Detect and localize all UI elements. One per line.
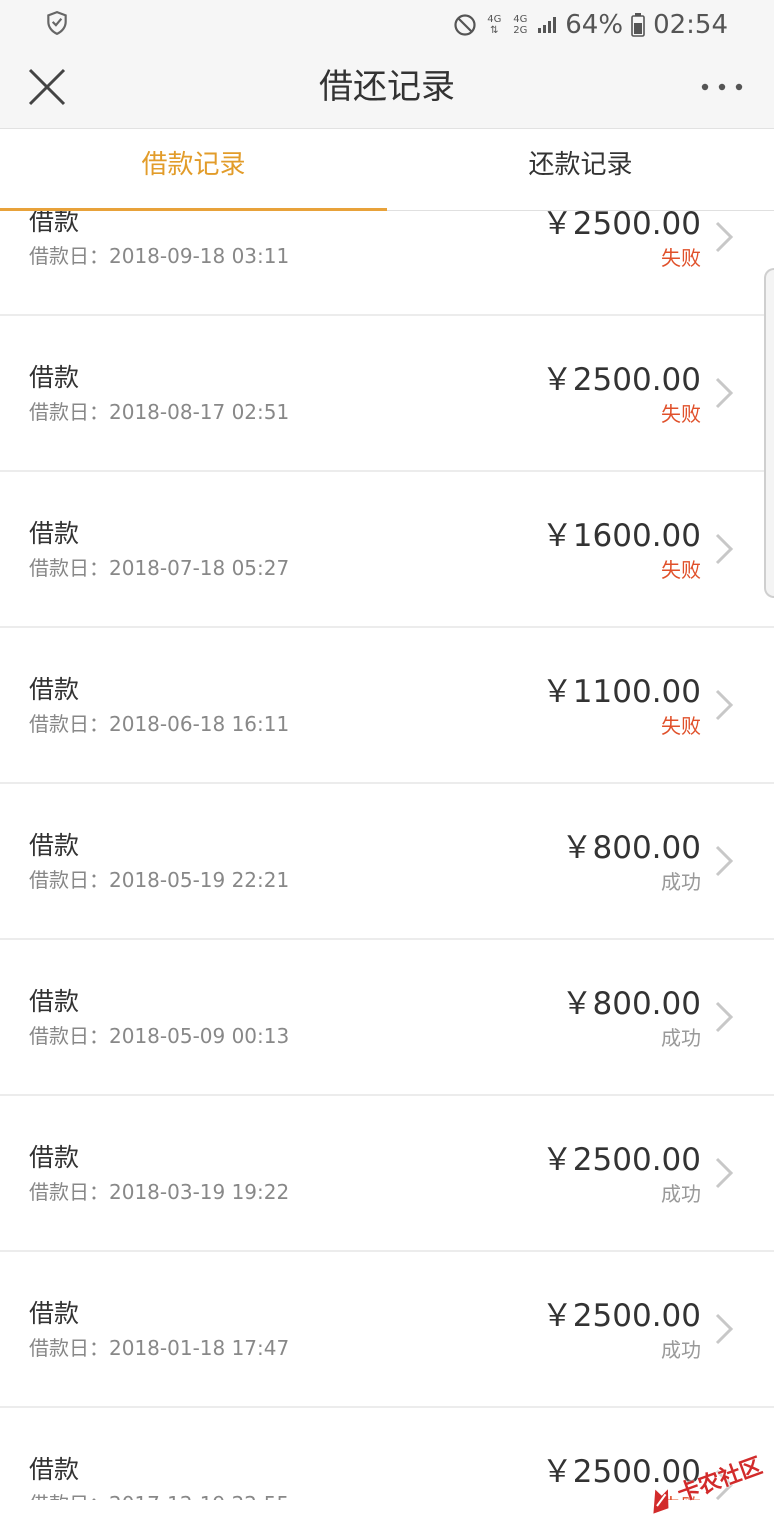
record-row[interactable]: 借款 借款日：2018-05-09 00:13 ￥800.00 成功 — [0, 940, 774, 1096]
chevron-right-icon — [715, 1157, 734, 1189]
record-status: 成功 — [661, 1338, 701, 1362]
record-date: 借款日：2018-08-17 02:51 — [29, 400, 290, 424]
record-row[interactable]: 借款 借款日：2018-07-18 05:27 ￥1600.00 失败 — [0, 472, 774, 628]
record-type: 借款 — [29, 1299, 80, 1328]
record-amount: ￥1100.00 — [541, 674, 701, 710]
chevron-right-icon — [715, 533, 734, 565]
tab-borrow-records[interactable]: 借款记录 — [0, 129, 387, 210]
network-type-top-2: 4G — [513, 14, 528, 25]
record-type: 借款 — [29, 519, 80, 548]
record-row[interactable]: 借款 借款日：2018-01-18 17:47 ￥2500.00 成功 — [0, 1252, 774, 1408]
record-date: 借款日：2018-05-19 22:21 — [29, 868, 290, 892]
record-row[interactable]: 借款 借款日：2018-03-19 19:22 ￥2500.00 成功 — [0, 1096, 774, 1252]
signal-icon — [538, 17, 557, 33]
chevron-right-icon — [715, 1313, 734, 1345]
edge-panel-handle[interactable] — [764, 268, 774, 598]
record-type: 借款 — [29, 363, 80, 392]
record-amount: ￥2500.00 — [541, 211, 701, 242]
network-type-bottom: 2G — [513, 25, 528, 36]
battery-percent: 64% — [565, 10, 624, 40]
chevron-right-icon — [715, 377, 734, 409]
record-type: 借款 — [29, 987, 80, 1016]
record-type: 借款 — [29, 1455, 80, 1484]
record-date: 借款日：2018-06-18 16:11 — [29, 712, 290, 736]
record-type: 借款 — [29, 211, 80, 236]
record-row[interactable]: 借款 借款日：2018-09-18 03:11 ￥2500.00 失败 — [0, 211, 774, 316]
record-status: 成功 — [661, 870, 701, 894]
shield-icon — [47, 11, 67, 36]
record-date: 借款日：2018-07-18 05:27 — [29, 556, 290, 580]
record-amount: ￥2500.00 — [541, 362, 701, 398]
record-amount: ￥2500.00 — [541, 1142, 701, 1178]
status-bar: 4G ⇅ 4G 2G 64% 02:54 — [0, 0, 774, 50]
chevron-right-icon — [715, 221, 734, 253]
record-date: 借款日：2018-03-19 19:22 — [29, 1180, 290, 1204]
record-row[interactable]: 借款 借款日：2018-08-17 02:51 ￥2500.00 失败 — [0, 316, 774, 472]
record-status: 成功 — [661, 1026, 701, 1050]
network-indicator: 4G ⇅ — [485, 14, 503, 36]
chevron-right-icon — [715, 689, 734, 721]
chevron-right-icon — [715, 1001, 734, 1033]
record-amount: ￥800.00 — [561, 986, 701, 1022]
do-not-disturb-icon — [454, 14, 476, 36]
page-title: 借还记录 — [319, 67, 455, 107]
record-date: 借款日：2018-09-18 03:11 — [29, 244, 290, 268]
record-amount: ￥2500.00 — [541, 1298, 701, 1334]
record-row[interactable]: 借款 借款日：2018-06-18 16:11 ￥1100.00 失败 — [0, 628, 774, 784]
record-date: 借款日：2018-05-09 00:13 — [29, 1024, 290, 1048]
tab-repay-records[interactable]: 还款记录 — [387, 129, 774, 210]
chevron-right-icon — [715, 845, 734, 877]
record-amount: ￥800.00 — [561, 830, 701, 866]
network-arrows-icon: ⇅ — [490, 25, 499, 36]
network-type-top: 4G — [487, 14, 502, 25]
record-status: 成功 — [661, 1182, 701, 1206]
record-amount: ￥1600.00 — [541, 518, 701, 554]
record-date: 借款日：2018-01-18 17:47 — [29, 1336, 290, 1360]
record-status: 失败 — [661, 558, 701, 582]
record-type: 借款 — [29, 675, 80, 704]
record-type: 借款 — [29, 1143, 80, 1172]
record-status: 失败 — [661, 714, 701, 738]
record-list[interactable]: 借款 借款日：2018-09-18 03:11 ￥2500.00 失败 借款 借… — [0, 211, 774, 1500]
close-icon[interactable] — [26, 66, 68, 108]
record-type: 借款 — [29, 831, 80, 860]
record-row[interactable]: 借款 借款日：2018-05-19 22:21 ￥800.00 成功 — [0, 784, 774, 940]
record-list-inner: 借款 借款日：2018-09-18 03:11 ￥2500.00 失败 借款 借… — [0, 211, 774, 1500]
record-date: 借款日：2017-12-19 22:55 — [29, 1488, 289, 1500]
network-indicator-2: 4G 2G — [511, 14, 529, 36]
status-right: 4G ⇅ 4G 2G 64% 02:54 — [453, 8, 728, 42]
clock: 02:54 — [653, 10, 728, 40]
nav-bar: 借还记录 — [0, 50, 774, 129]
record-status: 失败 — [661, 246, 701, 270]
record-status: 失败 — [661, 402, 701, 426]
record-tabs: 借款记录 还款记录 — [0, 129, 774, 211]
battery-icon — [631, 13, 645, 37]
more-icon[interactable] — [700, 78, 744, 96]
